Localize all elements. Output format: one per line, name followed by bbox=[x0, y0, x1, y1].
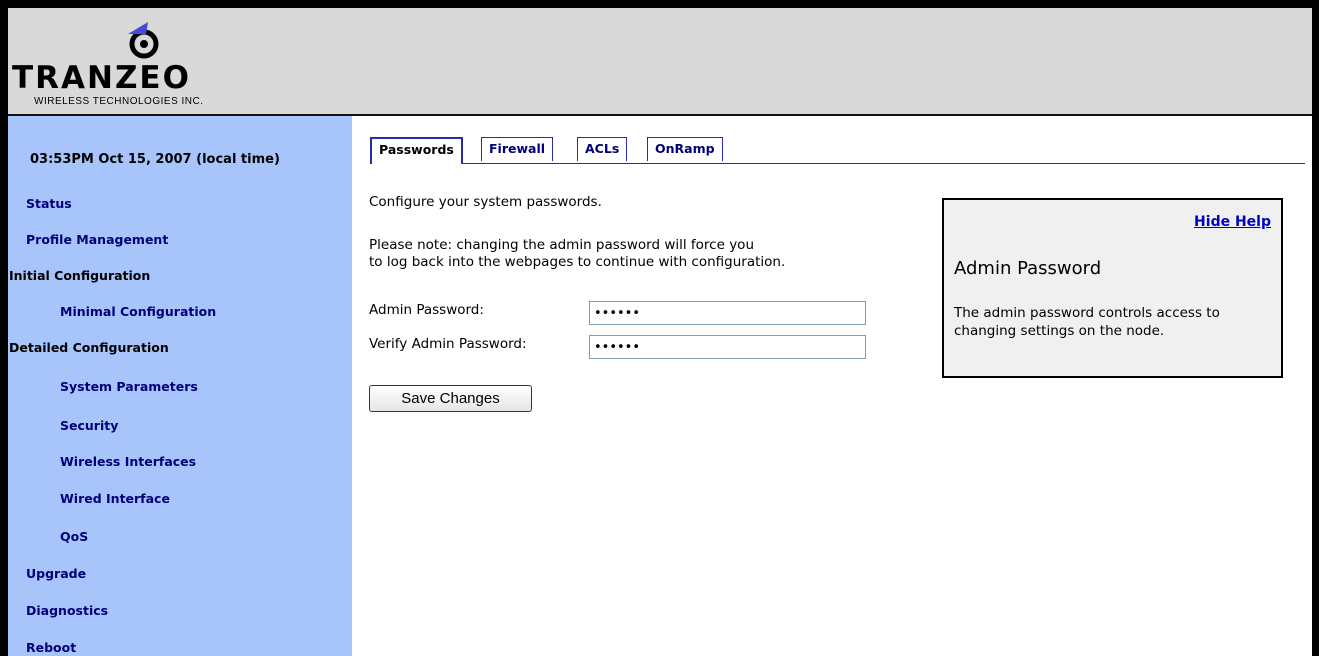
admin-password-label: Admin Password: bbox=[369, 302, 484, 318]
save-changes-button[interactable]: Save Changes bbox=[369, 385, 532, 412]
sidebar-item-profile-management[interactable]: Profile Management bbox=[26, 232, 168, 247]
help-panel: Hide Help Admin Password The admin passw… bbox=[942, 198, 1283, 378]
verify-admin-password-field[interactable] bbox=[589, 335, 866, 359]
sidebar-item-diagnostics[interactable]: Diagnostics bbox=[26, 603, 108, 618]
sidebar-item-reboot[interactable]: Reboot bbox=[26, 640, 76, 655]
sidebar-item-wireless-interfaces[interactable]: Wireless Interfaces bbox=[60, 454, 196, 469]
logo-mark-icon bbox=[128, 22, 159, 59]
sidebar-item-wired-interface[interactable]: Wired Interface bbox=[60, 491, 170, 506]
password-note-line-1: Please note: changing the admin password… bbox=[369, 237, 754, 253]
sidebar-item-minimal-configuration[interactable]: Minimal Configuration bbox=[60, 304, 216, 319]
hide-help-link[interactable]: Hide Help bbox=[1194, 214, 1271, 230]
page-intro: Configure your system passwords. bbox=[369, 194, 602, 210]
tab-firewall[interactable]: Firewall bbox=[481, 137, 554, 161]
sidebar-item-status[interactable]: Status bbox=[26, 196, 72, 211]
sidebar-item-qos[interactable]: QoS bbox=[60, 529, 88, 544]
help-body: The admin password controls access to ch… bbox=[954, 305, 1220, 339]
logo-wordmark: TRANZEO bbox=[12, 60, 191, 96]
tranzeo-logo: TRANZEO WIRELESS TECHNOLOGIES INC. bbox=[12, 20, 302, 110]
sidebar-heading-initial-configuration: Initial Configuration bbox=[9, 268, 151, 283]
tab-acls[interactable]: ACLs bbox=[577, 137, 628, 161]
app-frame: TRANZEO WIRELESS TECHNOLOGIES INC. 03:53… bbox=[8, 8, 1312, 656]
password-note-line-2: to log back into the webpages to continu… bbox=[369, 254, 786, 270]
help-title: Admin Password bbox=[954, 258, 1102, 279]
admin-password-field[interactable] bbox=[589, 301, 866, 325]
sidebar-item-security[interactable]: Security bbox=[60, 418, 118, 433]
sidebar-nav: 03:53PM Oct 15, 2007 (local time) Status… bbox=[8, 116, 352, 656]
local-time: 03:53PM Oct 15, 2007 (local time) bbox=[30, 152, 280, 167]
logo-tagline: WIRELESS TECHNOLOGIES INC. bbox=[34, 96, 204, 107]
tab-bar: Passwords Firewall ACLs OnRamp bbox=[370, 133, 1305, 164]
sidebar-heading-detailed-configuration: Detailed Configuration bbox=[9, 340, 169, 355]
header: TRANZEO WIRELESS TECHNOLOGIES INC. bbox=[8, 8, 1312, 116]
sidebar-item-upgrade[interactable]: Upgrade bbox=[26, 566, 86, 581]
sidebar-item-system-parameters[interactable]: System Parameters bbox=[60, 379, 198, 394]
tab-passwords[interactable]: Passwords bbox=[370, 137, 463, 164]
tab-onramp[interactable]: OnRamp bbox=[647, 137, 723, 161]
verify-admin-password-label: Verify Admin Password: bbox=[369, 336, 527, 352]
